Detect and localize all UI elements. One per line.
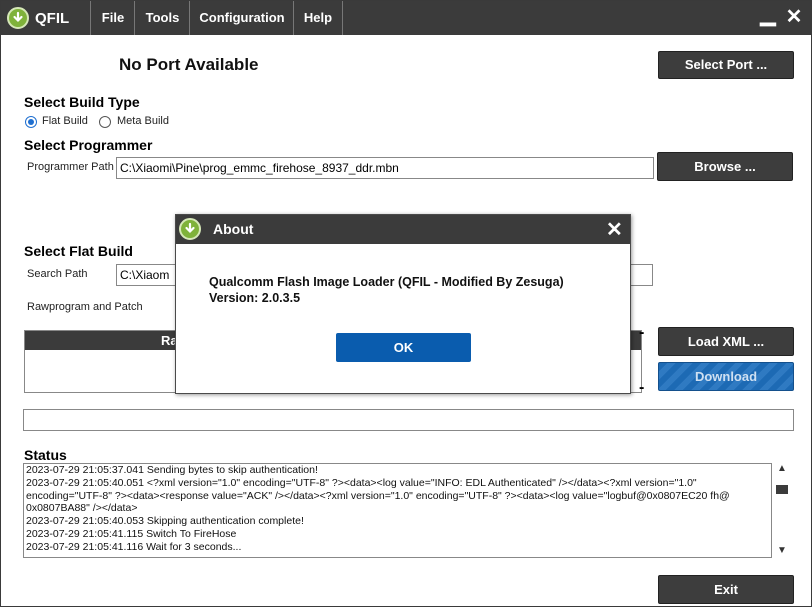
status-heading: Status — [24, 447, 67, 463]
menu-tools[interactable]: Tools — [134, 1, 190, 35]
about-title-bar: About ✕ — [176, 215, 630, 244]
log-line: 2023-07-29 21:05:40.053 Skipping authent… — [26, 515, 304, 528]
remove-dash-top[interactable]: - — [639, 324, 644, 342]
flat-build-label: Flat Build — [42, 115, 88, 127]
scroll-up-icon[interactable]: ▲ — [776, 463, 788, 475]
log-line: 2023-07-29 21:05:40.051 <?xml version="1… — [26, 476, 697, 489]
about-close-icon[interactable]: ✕ — [606, 217, 623, 242]
remove-dash-bottom[interactable]: - — [639, 379, 644, 397]
log-line: 2023-07-29 21:05:41.115 Switch To FireHo… — [26, 527, 237, 540]
meta-build-radio[interactable] — [99, 116, 111, 128]
ok-button[interactable]: OK — [336, 333, 471, 362]
about-version-line: Version: 2.0.3.5 — [209, 291, 301, 305]
browse-button[interactable]: Browse ... — [657, 152, 793, 181]
programmer-heading: Select Programmer — [24, 137, 153, 153]
log-line: encoding="UTF-8" ?><data><response value… — [26, 489, 730, 502]
qfil-download-logo-icon — [7, 7, 29, 29]
status-scrollbar[interactable]: ▲ ▼ — [775, 463, 789, 558]
about-dialog: About ✕ Qualcomm Flash Image Loader (QFI… — [175, 214, 631, 394]
close-icon[interactable]: ✕ — [783, 5, 805, 29]
exit-button[interactable]: Exit — [658, 575, 794, 604]
qfil-download-logo-icon — [179, 218, 201, 240]
port-status: No Port Available — [119, 55, 259, 74]
select-port-button[interactable]: Select Port ... — [658, 51, 794, 79]
menu-help[interactable]: Help — [293, 1, 343, 35]
log-line: 2023-07-29 21:05:41.116 Wait for 3 secon… — [26, 540, 242, 553]
download-button[interactable]: Download — [658, 362, 794, 391]
about-title: About — [213, 221, 254, 237]
about-product-line: Qualcomm Flash Image Loader (QFIL - Modi… — [209, 275, 564, 289]
scroll-thumb[interactable] — [776, 485, 788, 494]
log-line: 2023-07-29 21:05:37.041 Sending bytes to… — [26, 464, 318, 476]
status-log: 2023-07-29 21:05:37.041 Sending bytes to… — [23, 463, 772, 558]
app-logo-area: QFIL — [7, 4, 69, 32]
programmer-path-label: Programmer Path — [27, 161, 114, 173]
programmer-path-field[interactable]: C:\Xiaomi\Pine\prog_emmc_firehose_8937_d… — [116, 157, 654, 179]
progress-bar — [23, 409, 794, 431]
meta-build-label: Meta Build — [117, 115, 169, 127]
menu-configuration[interactable]: Configuration — [189, 1, 294, 35]
rawprogram-label: Rawprogram and Patch — [27, 301, 143, 313]
log-line: 0x0807BA88" /></data> — [26, 502, 138, 515]
search-path-label: Search Path — [27, 268, 88, 280]
title-bar: QFIL File Tools Configuration Help ▁ ✕ — [1, 1, 811, 35]
flat-build-radio[interactable] — [25, 116, 37, 128]
qfil-window: QFIL File Tools Configuration Help ▁ ✕ N… — [0, 0, 812, 607]
load-xml-button[interactable]: Load XML ... — [658, 327, 794, 356]
scroll-down-icon[interactable]: ▼ — [776, 545, 788, 557]
build-type-heading: Select Build Type — [24, 94, 140, 110]
flat-build-heading: Select Flat Build — [24, 243, 133, 259]
menu-file[interactable]: File — [90, 1, 135, 35]
minimize-icon[interactable]: ▁ — [757, 3, 779, 27]
app-title: QFIL — [35, 9, 70, 27]
